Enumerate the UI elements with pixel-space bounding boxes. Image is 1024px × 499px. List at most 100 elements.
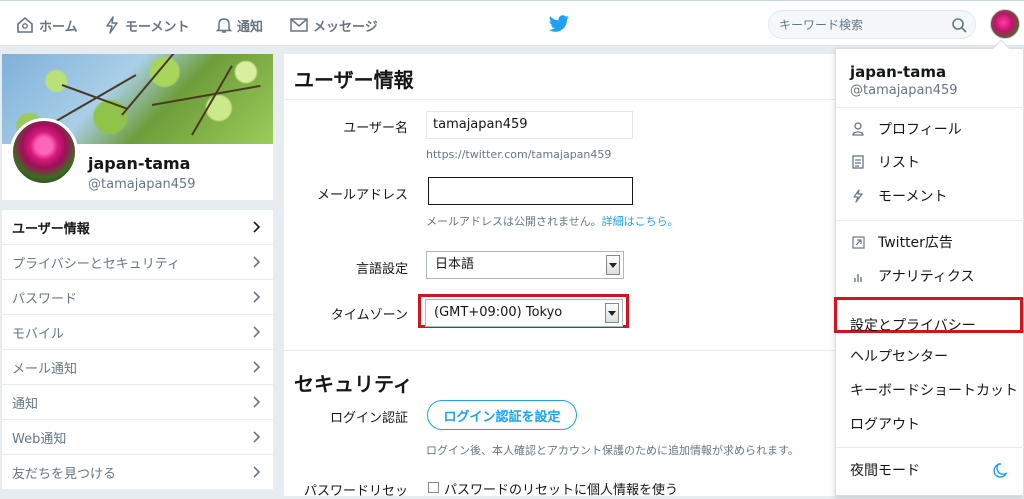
divider xyxy=(836,220,1024,221)
sidebar-item-label: Web通知 xyxy=(12,431,67,447)
lightning-icon xyxy=(850,189,866,203)
moon-icon[interactable] xyxy=(991,462,1007,478)
divider xyxy=(284,350,844,351)
bell-icon xyxy=(216,18,232,33)
email-field[interactable] xyxy=(428,177,633,205)
search-box xyxy=(768,10,976,39)
home-icon xyxy=(17,16,33,33)
sidebar-item-password[interactable]: パスワード xyxy=(2,280,273,315)
profile-avatar[interactable] xyxy=(10,118,78,186)
menu-item-label: モーメント xyxy=(878,189,948,205)
chevron-right-icon xyxy=(253,396,261,408)
email-hint: メールアドレスは公開されません。詳細はこちら。 xyxy=(426,213,679,229)
nav-moments[interactable]: モーメント xyxy=(104,14,189,36)
list-icon xyxy=(850,155,866,169)
sidebar-item-web-notifications[interactable]: Web通知 xyxy=(2,420,273,455)
menu-item-keyboard-shortcuts[interactable]: キーボードショートカット xyxy=(850,380,1018,400)
nav-moments-label: モーメント xyxy=(125,19,190,35)
envelope-icon xyxy=(290,18,308,32)
email-label: メールアドレス xyxy=(316,188,408,203)
chevron-right-icon xyxy=(253,431,261,443)
menu-item-settings-privacy[interactable]: 設定とプライバシー xyxy=(850,315,976,335)
chevron-right-icon xyxy=(253,466,261,478)
language-selected-value: 日本語 xyxy=(435,257,475,272)
chevron-right-icon xyxy=(253,221,261,233)
sidebar-item-label: 友だちを見つける xyxy=(12,466,117,482)
chevron-right-icon xyxy=(253,361,261,373)
nav-home-label: ホーム xyxy=(39,19,78,35)
nav-messages[interactable]: メッセージ xyxy=(290,14,378,36)
email-hint-text: メールアドレスは公開されません。 xyxy=(426,215,602,228)
setup-login-verification-button[interactable]: ログイン認証を設定 xyxy=(427,400,577,430)
password-reset-label: パスワードリセッ xyxy=(303,484,408,499)
divider xyxy=(836,107,1024,108)
sidebar-item-label: プライバシーとセキュリティ xyxy=(12,256,180,272)
menu-item-label: リスト xyxy=(878,155,920,171)
bar-chart-icon xyxy=(850,270,866,283)
person-icon xyxy=(850,122,866,136)
menu-item-analytics[interactable]: アナリティクス xyxy=(850,265,974,287)
divider xyxy=(836,447,1024,448)
sidebar-item-notifications[interactable]: 通知 xyxy=(2,385,273,420)
dropdown-arrow-icon xyxy=(605,303,619,323)
dropdown-name[interactable]: japan-tama xyxy=(850,63,946,81)
external-link-icon xyxy=(850,235,866,249)
menu-item-label: プロフィール xyxy=(878,122,962,138)
sidebar-item-label: ユーザー情報 xyxy=(12,221,90,237)
password-reset-checkbox[interactable] xyxy=(428,482,439,493)
chevron-right-icon xyxy=(253,326,261,338)
account-dropdown-menu: japan-tama @tamajapan459 プロフィール リスト モーメン… xyxy=(834,39,1024,496)
menu-item-lists[interactable]: リスト xyxy=(850,151,920,173)
sidebar-item-find-friends[interactable]: 友だちを見つける xyxy=(2,455,273,490)
menu-item-profile[interactable]: プロフィール xyxy=(850,118,962,140)
nav-notifications-label: 通知 xyxy=(237,19,264,35)
username-url: https://twitter.com/tamajapan459 xyxy=(426,148,612,161)
nav-messages-label: メッセージ xyxy=(313,19,378,35)
account-settings-panel: ユーザー情報 ユーザー名 tamajapan459 https://twitte… xyxy=(284,54,844,499)
top-navigation-bar: ホーム モーメント 通知 メッセージ xyxy=(0,0,1024,46)
sidebar-item-privacy[interactable]: プライバシーとセキュリティ xyxy=(2,245,273,280)
dropdown-arrow-icon xyxy=(606,255,620,275)
account-avatar-button[interactable] xyxy=(990,9,1020,39)
profile-card: japan-tama @tamajapan459 xyxy=(2,54,273,200)
language-label: 言語設定 xyxy=(355,262,408,277)
menu-item-twitter-ads[interactable]: Twitter広告 xyxy=(850,231,953,253)
username-field[interactable]: tamajapan459 xyxy=(426,111,633,139)
menu-item-label: Twitter広告 xyxy=(878,235,953,251)
login-verification-hint: ログイン後、本人確認とアカウント保護のために追加情報が求められます。 xyxy=(426,444,799,457)
sidebar-item-account[interactable]: ユーザー情報 xyxy=(2,210,273,245)
timezone-selected-value: (GMT+09:00) Tokyo xyxy=(434,305,563,320)
menu-item-logout[interactable]: ログアウト xyxy=(850,414,920,434)
nav-home[interactable]: ホーム xyxy=(16,14,78,36)
nav-notifications[interactable]: 通知 xyxy=(216,14,263,36)
menu-item-moments[interactable]: モーメント xyxy=(850,185,947,207)
page-title: ユーザー情報 xyxy=(294,68,414,92)
chevron-right-icon xyxy=(253,291,261,303)
sidebar-item-label: パスワード xyxy=(12,291,78,307)
menu-item-night-mode[interactable]: 夜間モード xyxy=(850,460,920,480)
divider xyxy=(284,99,844,100)
timezone-select[interactable]: (GMT+09:00) Tokyo xyxy=(425,299,623,327)
twitter-bird-icon[interactable] xyxy=(548,15,570,33)
search-input[interactable] xyxy=(779,16,939,34)
chevron-right-icon xyxy=(253,256,261,268)
menu-item-label: アナリティクス xyxy=(878,269,975,285)
search-icon[interactable] xyxy=(951,17,967,33)
username-label: ユーザー名 xyxy=(343,121,408,136)
email-learn-more-link[interactable]: 詳細はこちら。 xyxy=(602,215,679,228)
menu-item-help-center[interactable]: ヘルプセンター xyxy=(850,346,948,366)
sidebar-item-label: 通知 xyxy=(12,396,39,412)
sidebar-item-email-notifications[interactable]: メール通知 xyxy=(2,350,273,385)
profile-name[interactable]: japan-tama xyxy=(88,154,190,173)
sidebar-item-label: メール通知 xyxy=(12,361,78,377)
security-title: セキュリティ xyxy=(294,372,413,396)
sidebar-item-mobile[interactable]: モバイル xyxy=(2,315,273,350)
login-verification-label: ログイン認証 xyxy=(329,411,408,426)
dropdown-handle[interactable]: @tamajapan459 xyxy=(850,83,958,98)
sidebar-item-label: モバイル xyxy=(12,326,65,342)
profile-handle[interactable]: @tamajapan459 xyxy=(88,177,196,192)
language-select[interactable]: 日本語 xyxy=(426,251,624,279)
password-reset-option-label[interactable]: パスワードのリセットに個人情報を使う xyxy=(444,479,678,498)
lightning-icon xyxy=(106,16,118,34)
timezone-label: タイムゾーン xyxy=(330,308,408,323)
